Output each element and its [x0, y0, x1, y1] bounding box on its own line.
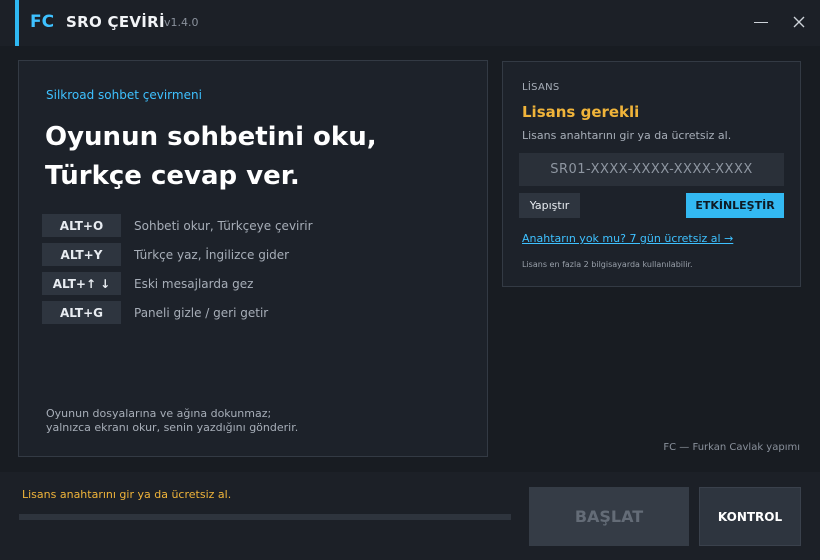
shortcut-desc: Eski mesajlarda gez	[134, 276, 254, 291]
activate-button[interactable]: ETKİNLEŞTİR	[686, 193, 784, 218]
shortcut-desc: Paneli gizle / geri getir	[134, 305, 269, 320]
shortcut-desc: Sohbeti okur, Türkçeye çevirir	[134, 218, 313, 233]
shortcut-row: ALT+G Paneli gizle / geri getir	[42, 301, 313, 324]
license-key-input[interactable]	[519, 153, 784, 186]
license-section-label: LİSANS	[522, 82, 560, 93]
minimize-button[interactable]	[750, 11, 772, 33]
shortcut-desc: Türkçe yaz, İngilizce gider	[134, 247, 290, 262]
license-panel: LİSANS Lisans gerekli Lisans anahtarını …	[502, 61, 801, 287]
headline: Oyunun sohbetini oku, Türkçe cevap ver.	[45, 118, 377, 196]
headline-line-1: Oyunun sohbetini oku,	[45, 122, 377, 152]
shortcut-key: ALT+↑ ↓	[42, 272, 121, 295]
title-accent-bar	[15, 0, 19, 46]
tagline: Silkroad sohbet çevirmeni	[46, 88, 202, 102]
privacy-note-line-1: Oyunun dosyalarına ve ağına dokunmaz;	[46, 407, 272, 420]
progress-bar	[19, 514, 511, 520]
bottom-bar: Lisans anahtarını gir ya da ücretsiz al.…	[0, 472, 820, 560]
free-trial-link[interactable]: Anahtarın yok mu? 7 gün ücretsiz al →	[522, 232, 733, 245]
status-text: Lisans anahtarını gir ya da ücretsiz al.	[22, 488, 232, 501]
privacy-note-line-2: yalnızca ekranı okur, senin yazdığını gö…	[46, 421, 299, 434]
shortcut-row: ALT+Y Türkçe yaz, İngilizce gider	[42, 243, 313, 266]
app-version: v1.4.0	[164, 16, 199, 29]
shortcut-row: ALT+O Sohbeti okur, Türkçeye çevirir	[42, 214, 313, 237]
close-icon	[793, 16, 805, 28]
shortcut-row: ALT+↑ ↓ Eski mesajlarda gez	[42, 272, 313, 295]
credit-text: FC — Furkan Cavlak yapımı	[663, 442, 800, 453]
title-bar: FC SRO ÇEVİRİ v1.4.0	[0, 0, 820, 46]
shortcut-key: ALT+G	[42, 301, 121, 324]
shortcut-key: ALT+Y	[42, 243, 121, 266]
app-title: SRO ÇEVİRİ	[66, 13, 165, 31]
license-footnote: Lisans en fazla 2 bilgisayarda kullanıla…	[522, 260, 693, 269]
privacy-note: Oyunun dosyalarına ve ağına dokunmaz; ya…	[46, 407, 346, 435]
app-logo: FC	[30, 12, 55, 32]
minimize-icon	[754, 21, 768, 23]
paste-button[interactable]: Yapıştır	[519, 193, 580, 218]
shortcut-key: ALT+O	[42, 214, 121, 237]
check-button[interactable]: KONTROL	[699, 487, 801, 546]
headline-line-2: Türkçe cevap ver.	[45, 161, 300, 191]
license-hint: Lisans anahtarını gir ya da ücretsiz al.	[522, 129, 732, 142]
start-button[interactable]: BAŞLAT	[529, 487, 689, 546]
license-status: Lisans gerekli	[522, 103, 640, 121]
shortcut-list: ALT+O Sohbeti okur, Türkçeye çevirir ALT…	[42, 214, 313, 330]
intro-panel: Silkroad sohbet çevirmeni Oyunun sohbeti…	[18, 60, 488, 457]
close-button[interactable]	[788, 11, 810, 33]
